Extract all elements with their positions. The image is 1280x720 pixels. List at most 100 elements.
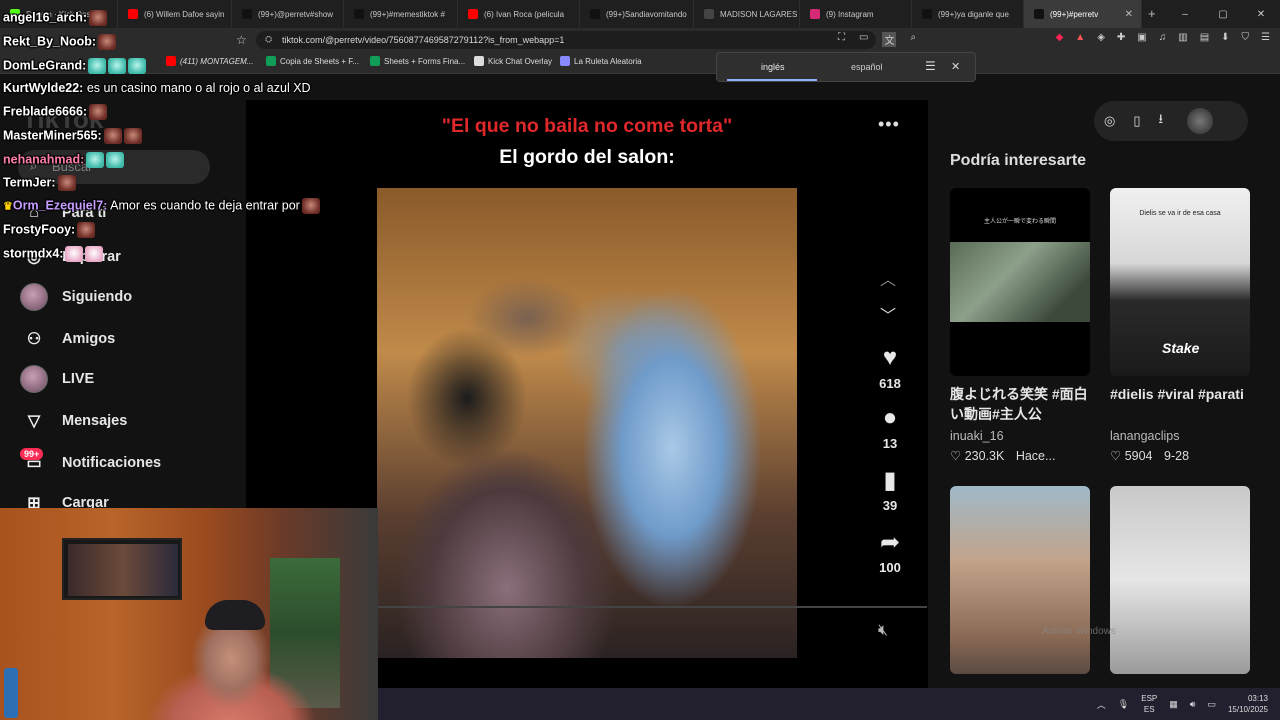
close-window-button[interactable]: ✕ [1242, 9, 1280, 20]
bookmark-item[interactable]: Kick Chat Overlay [474, 56, 552, 66]
bookmark-item[interactable]: La Ruleta Aleatoria [560, 56, 642, 66]
card-username[interactable]: inuaki_16 [950, 429, 1004, 443]
chat-username: stormdx4: [3, 246, 64, 261]
bookmark-item[interactable]: (411) MONTAGEM... [166, 56, 254, 66]
music-icon[interactable]: ♫ [1159, 32, 1167, 43]
suggested-video-card[interactable] [950, 486, 1090, 674]
card-overlay-text: 主人公が一瞬で変わる瞬間 [983, 219, 1056, 225]
network-icon[interactable]: ▦ [1169, 699, 1178, 710]
screenshot-icon[interactable]: ▣ [1137, 32, 1146, 43]
sidebar-icon[interactable]: ▥ [1178, 32, 1187, 43]
minimize-button[interactable]: – [1166, 9, 1204, 20]
avatar [20, 365, 48, 393]
tab-favicon-icon [1034, 9, 1044, 19]
nav-label: Mensajes [62, 413, 128, 429]
browser-tab[interactable]: (99+)ya diganle que [912, 0, 1024, 28]
coins-icon[interactable]: ◎ [1104, 113, 1115, 129]
clock-time: 03:13 [1247, 694, 1268, 703]
address-bar[interactable]: ⛭ tiktok.com/@perretv/video/756087746958… [256, 31, 876, 49]
bookmark-item[interactable]: Sheets + Forms Fina... [370, 56, 465, 66]
speaker-icon[interactable]: 🔊︎ [1190, 699, 1196, 710]
bookmark-label: Sheets + Forms Fina... [384, 56, 466, 66]
browser-tab[interactable]: (99+)Sandiavomitando [580, 0, 694, 28]
puzzle-icon[interactable]: ✚ [1117, 32, 1125, 43]
card-date: 9-28 [1164, 449, 1190, 463]
video-progress-bar[interactable] [377, 606, 927, 608]
nav-item[interactable]: ▽ Mensajes [20, 406, 127, 436]
card-description[interactable]: 腹よじれる笑笑 #面白い動画#主人公 [950, 384, 1095, 424]
browser-tab[interactable]: (9) Instagram [800, 0, 912, 28]
video-frame [377, 188, 797, 658]
windows-activation-watermark: Activar Windows [1042, 626, 1116, 637]
share-button[interactable]: ➦ 100 [866, 528, 914, 575]
save-button[interactable]: ▮ 39 [866, 466, 914, 513]
chat-emote-icon [89, 104, 108, 120]
nav-item[interactable]: Siguiendo [20, 282, 132, 312]
extension-brave-icon[interactable]: ◆ [1056, 32, 1064, 43]
share-icon: ➦ [879, 529, 901, 556]
nav-label: Notificaciones [62, 455, 162, 471]
bookmark-star-icon[interactable]: ☆ [236, 33, 247, 47]
previous-video-icon[interactable]: ︿ [880, 266, 896, 290]
browser-tab[interactable]: (99+)#perretv ✕ [1024, 0, 1142, 28]
chat-message: MasterMiner565: [3, 128, 142, 144]
clock-date: 15/10/2025 [1227, 705, 1268, 714]
browser-tab[interactable]: MADISON LAGARES - [694, 0, 800, 28]
menu-icon[interactable]: ☰ [1261, 32, 1270, 43]
clock[interactable]: 03:13 15/10/2025 [1228, 693, 1268, 715]
comment-button[interactable]: ● 13 [866, 404, 914, 451]
language-indicator[interactable]: ESP ES [1141, 693, 1157, 715]
browser-tab[interactable]: (99+)@perretv#show [232, 0, 344, 28]
video-player[interactable]: "El que no baila no come torta" El gordo… [377, 100, 797, 658]
browser-tab[interactable]: (6) Willem Dafoe sayin [118, 0, 232, 28]
windows-taskbar: ︿ 🎙︎ ESP ES ▦ 🔊︎ ▭ 03:13 15/10/2025 [378, 688, 1280, 720]
keyboard-code: ES [1143, 705, 1155, 714]
suggested-video-card[interactable]: 主人公が一瞬で変わる瞬間 [950, 188, 1090, 376]
translate-to-tab[interactable]: español [851, 62, 883, 72]
bookmark-item[interactable]: Copia de Sheets + F... [266, 56, 359, 66]
video-caption-white: El gordo del salon: [499, 146, 675, 168]
shield-icon[interactable]: ⛉ [1242, 32, 1250, 43]
menu-icon[interactable]: ☰ [925, 59, 936, 73]
browser-tab[interactable]: (99+)#memestiktok # [344, 0, 458, 28]
chat-emote-icon [301, 198, 320, 214]
tv-screen [62, 538, 182, 600]
close-icon[interactable]: ✕ [951, 60, 960, 73]
bookmark-label: (411) MONTAGEM... [180, 56, 254, 66]
suggested-video-card[interactable]: Dielis se va ir de esa casa Stake [1110, 188, 1250, 376]
close-tab-icon[interactable]: ✕ [1125, 9, 1133, 20]
suggested-video-card[interactable] [1110, 486, 1250, 674]
translate-icon[interactable]: 文 [882, 32, 897, 47]
download-icon[interactable]: ⬇ [1221, 32, 1229, 43]
browser-tab[interactable]: (6) Ivan Roca (pelicula [458, 0, 580, 28]
chat-message: FrostyFooy: [3, 222, 96, 238]
zoom-icon[interactable]: ⌕ [910, 32, 916, 47]
volume-icon[interactable]: 🔇︎ [878, 622, 888, 640]
download-app-icon[interactable]: ⭳ [1159, 110, 1164, 132]
extension-icon[interactable]: ◈ [1097, 32, 1105, 43]
like-button[interactable]: ♥ 618 [866, 344, 914, 391]
microphone-icon[interactable]: 🎙︎ [1118, 699, 1129, 710]
wallet-icon[interactable]: ▤ [1200, 32, 1209, 43]
reader-icon[interactable]: ⛶ [838, 32, 845, 47]
translate-from-tab[interactable]: inglés [761, 62, 785, 72]
new-tab-button[interactable]: + [1148, 6, 1156, 21]
card-username[interactable]: lanangaclips [1110, 429, 1180, 443]
battery-icon[interactable]: ▭ [1207, 699, 1216, 710]
maximize-button[interactable]: ▢ [1204, 9, 1242, 20]
phone-icon[interactable]: ▯ [1133, 113, 1140, 129]
tab-label: (99+)#perretv [1050, 9, 1099, 19]
nav-label: LIVE [62, 371, 95, 387]
more-options-icon[interactable]: ••• [878, 114, 900, 135]
site-info-icon[interactable]: ⛭ [265, 34, 272, 45]
card-description[interactable]: #dielis #viral #parati [1110, 384, 1255, 404]
cast-icon[interactable]: ▭ [859, 32, 868, 47]
chat-username: angel16_arch: [3, 10, 88, 25]
next-video-icon[interactable]: ﹀ [880, 302, 896, 326]
extension-alert-icon[interactable]: ▲ [1075, 32, 1085, 43]
nav-item[interactable]: LIVE [20, 364, 94, 394]
bookmark-label: Kick Chat Overlay [488, 56, 553, 66]
nav-item[interactable]: ⚇ Amigos [20, 324, 115, 354]
profile-avatar[interactable] [1187, 108, 1214, 134]
chevron-up-icon[interactable]: ︿ [1097, 698, 1106, 711]
